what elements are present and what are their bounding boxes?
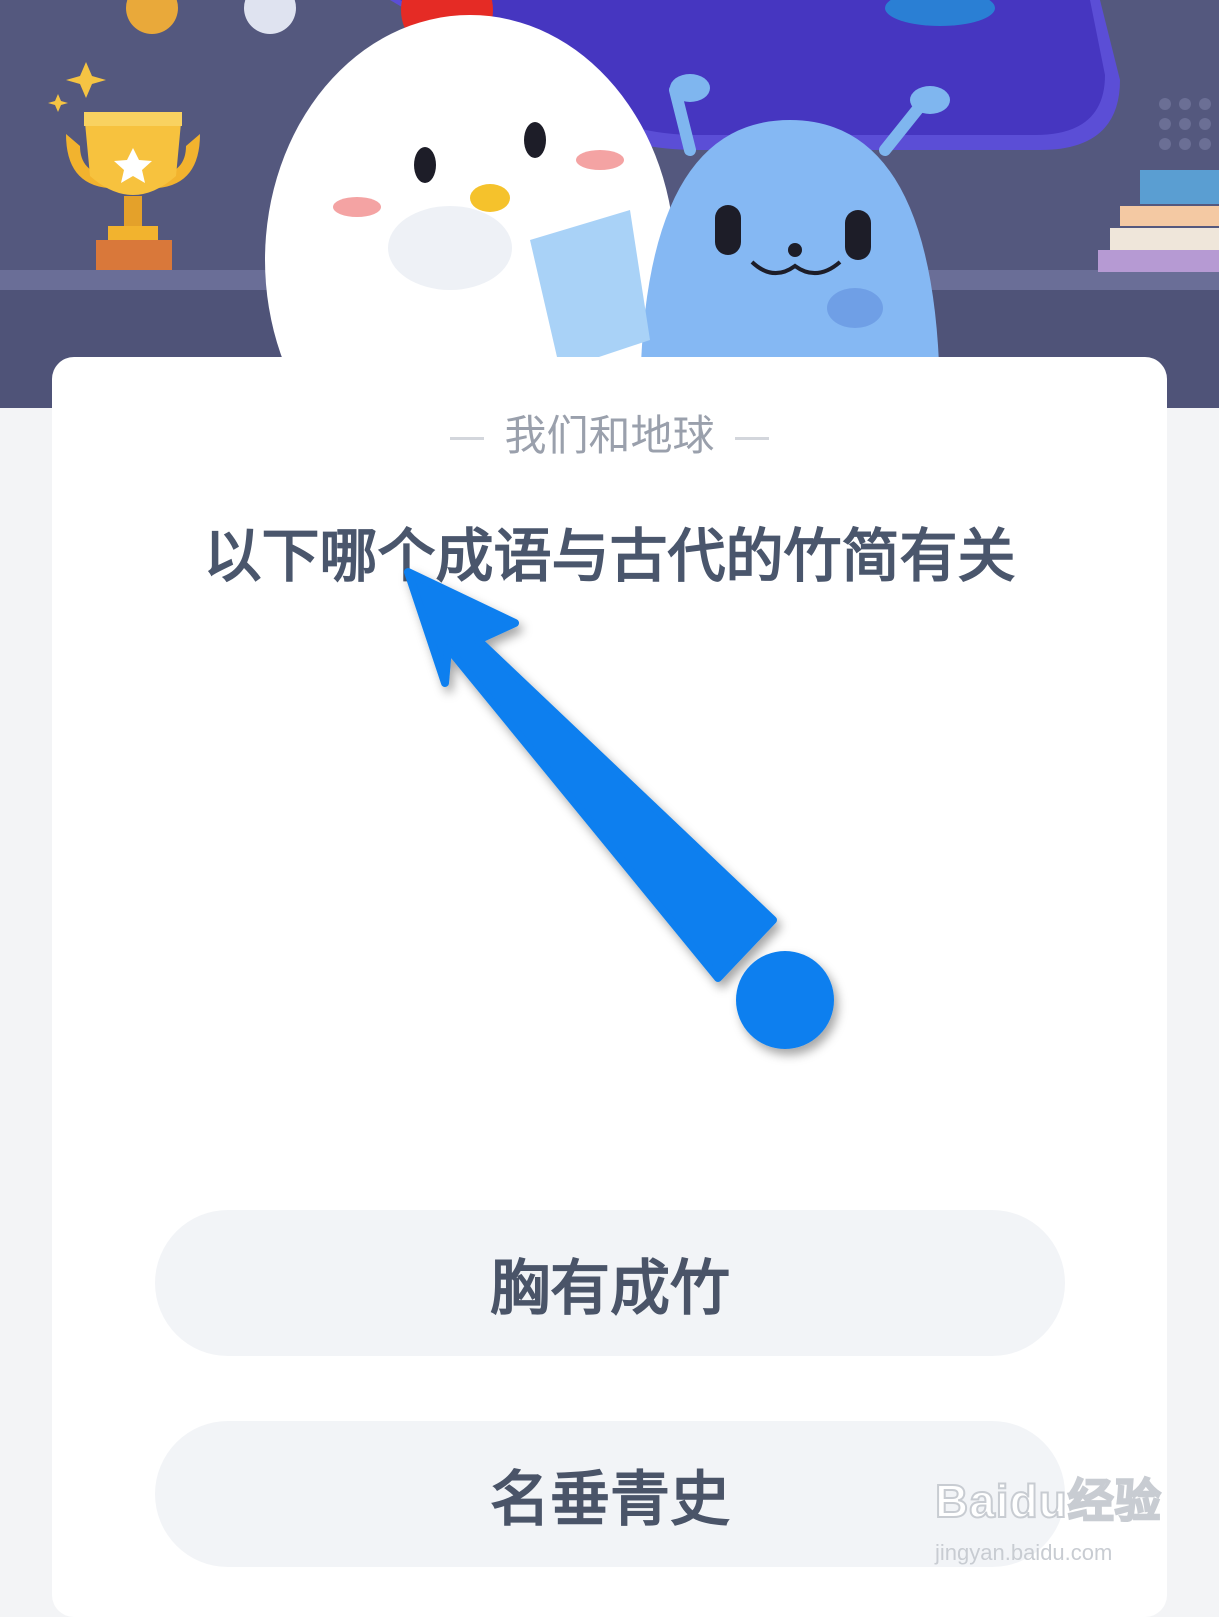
baidu-watermark: Baidu经验 jingyan.baidu.com (934, 1465, 1185, 1575)
arrow-pointer-icon (404, 568, 834, 1049)
watermark-url: jingyan.baidu.com (935, 1540, 1113, 1565)
watermark-logo: Baidu经验 (934, 1474, 1162, 1528)
